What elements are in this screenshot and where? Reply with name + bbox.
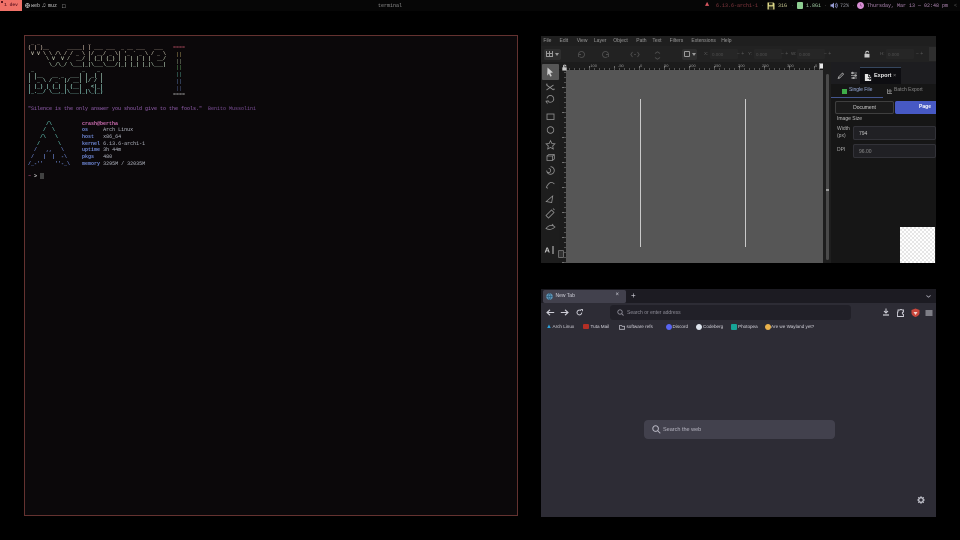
svg-text:A: A xyxy=(545,246,551,255)
